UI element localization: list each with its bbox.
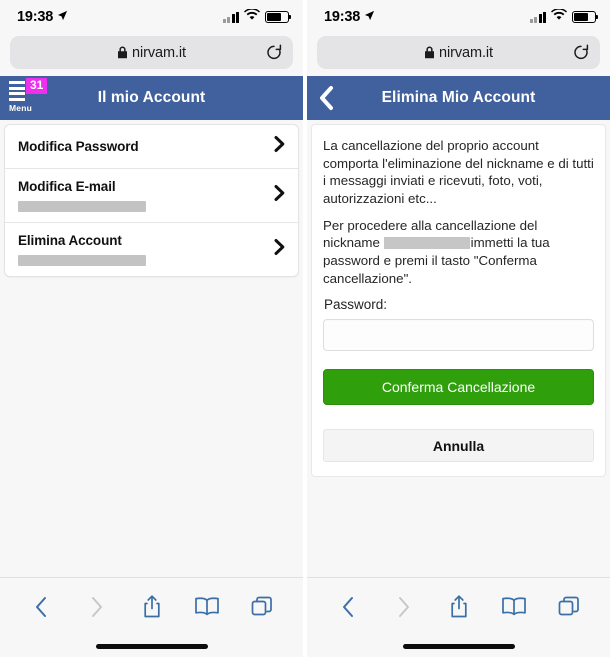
lock-icon [117,46,128,59]
account-options-list: Modifica Password Modifica E-mail Elimin… [4,124,299,277]
page-title: Elimina Mio Account [381,89,536,106]
warning-paragraph-2: Per procedere alla cancellazione del nic… [323,217,594,288]
address-bar[interactable]: nirvam.it [10,36,293,69]
book-icon[interactable] [186,587,228,627]
dual-screenshot-container: 19:38 nirvam.it 31 Menu Il mio Account M… [0,0,610,657]
location-arrow-icon [57,8,68,26]
location-arrow-icon [364,8,375,26]
chevron-right-icon [273,135,286,158]
menu-row: 31 [9,78,48,101]
list-item-modifica-password[interactable]: Modifica Password [5,125,298,169]
wifi-icon [551,8,567,26]
left-phone-screen: 19:38 nirvam.it 31 Menu Il mio Account M… [0,0,303,657]
page-content-right: La cancellazione del proprio account com… [307,120,610,577]
forward-chevron-icon [383,587,425,627]
home-indicator[interactable] [402,643,515,649]
confirm-delete-button[interactable]: Conferma Cancellazione [323,369,594,406]
list-item-modifica-email[interactable]: Modifica E-mail [5,169,298,223]
address-bar[interactable]: nirvam.it [317,36,600,69]
row-content: Modifica Password [18,139,263,154]
browser-toolbar-left [0,577,303,635]
hamburger-menu-icon [9,78,25,101]
redacted-value-bar [18,201,146,212]
share-icon[interactable] [438,587,480,627]
status-bar-left: 19:38 [0,0,303,34]
tabs-icon[interactable] [548,587,590,627]
lock-icon [424,46,435,59]
url-bar-container-right: nirvam.it [307,34,610,76]
share-icon[interactable] [131,587,173,627]
redacted-value-bar [18,255,146,266]
list-item-label: Elimina Account [18,233,122,248]
cancel-button[interactable]: Annulla [323,429,594,463]
url-text: nirvam.it [439,44,493,61]
list-item-label: Modifica Password [18,139,139,154]
menu-badge-count: 31 [26,78,48,95]
back-chevron-icon[interactable] [21,587,63,627]
status-time: 19:38 [324,9,361,25]
home-indicator[interactable] [95,643,208,649]
warning-paragraph-1: La cancellazione del proprio account com… [323,138,594,207]
cellular-signal-icon [529,11,546,23]
app-header-right: Elimina Mio Account [307,76,610,120]
book-icon[interactable] [493,587,535,627]
app-header-left: 31 Menu Il mio Account [0,76,303,120]
status-time: 19:38 [17,9,54,25]
chevron-right-icon [273,184,286,207]
status-bar-right: 19:38 [307,0,610,34]
url-bar-container-left: nirvam.it [0,34,303,76]
forward-chevron-icon [76,587,118,627]
battery-icon [572,11,599,23]
row-content: Elimina Account [18,233,263,266]
list-item-elimina-account[interactable]: Elimina Account [5,223,298,276]
back-chevron-icon[interactable] [328,587,370,627]
delete-account-form: La cancellazione del proprio account com… [311,124,606,478]
right-phone-screen: 19:38 nirvam.it Elimina Mio Account La c… [307,0,610,657]
reload-icon[interactable] [572,43,590,67]
row-content: Modifica E-mail [18,179,263,212]
status-indicators [529,8,599,26]
cellular-signal-icon [222,11,239,23]
list-item-label: Modifica E-mail [18,179,116,194]
browser-toolbar-right [307,577,610,635]
home-indicator-area-left [0,635,303,657]
page-content-left: Modifica Password Modifica E-mail Elimin… [0,120,303,577]
chevron-right-icon [273,238,286,261]
reload-icon[interactable] [265,43,283,67]
status-indicators [222,8,292,26]
menu-button[interactable]: 31 Menu [4,78,50,118]
menu-button-label: Menu [9,102,32,113]
back-arrow-icon[interactable] [317,85,337,116]
password-input[interactable] [323,319,594,352]
home-indicator-area-right [307,635,610,657]
url-text: nirvam.it [132,44,186,61]
tabs-icon[interactable] [241,587,283,627]
redacted-nickname-bar [383,237,470,250]
battery-icon [265,11,292,23]
wifi-icon [244,8,260,26]
password-label: Password: [324,297,388,313]
